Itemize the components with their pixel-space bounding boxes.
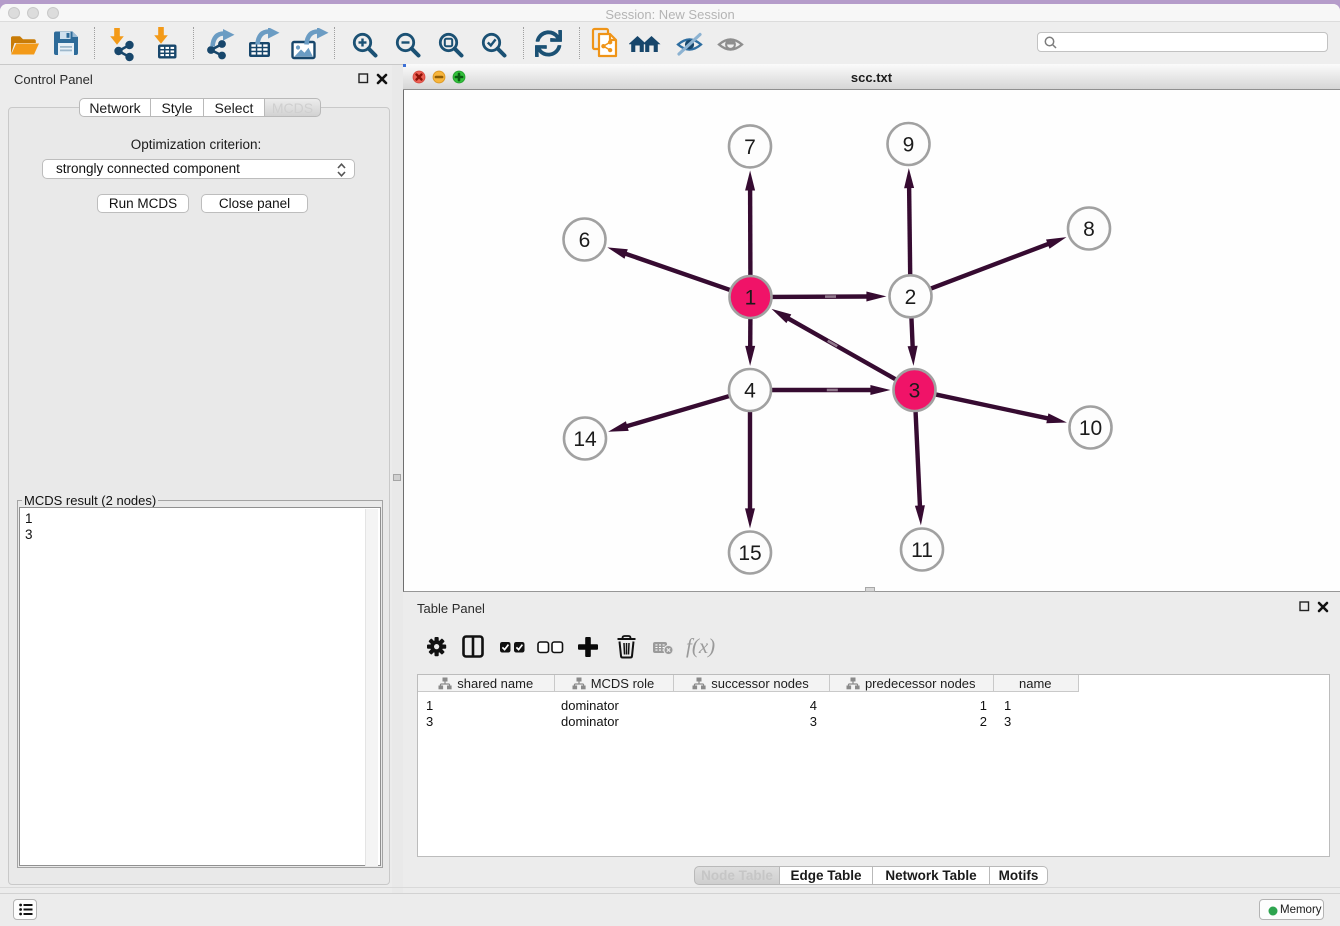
svg-text:2: 2 <box>905 286 917 309</box>
svg-text:1: 1 <box>745 287 757 310</box>
svg-text:14: 14 <box>573 428 597 451</box>
svg-text:7: 7 <box>744 136 756 159</box>
svg-text:3: 3 <box>909 380 921 403</box>
svg-text:10: 10 <box>1079 417 1102 440</box>
svg-text:15: 15 <box>738 542 761 565</box>
svg-text:11: 11 <box>911 539 933 562</box>
svg-text:6: 6 <box>579 229 591 252</box>
svg-text:9: 9 <box>903 134 915 157</box>
svg-text:8: 8 <box>1083 218 1095 241</box>
svg-text:4: 4 <box>744 380 756 403</box>
